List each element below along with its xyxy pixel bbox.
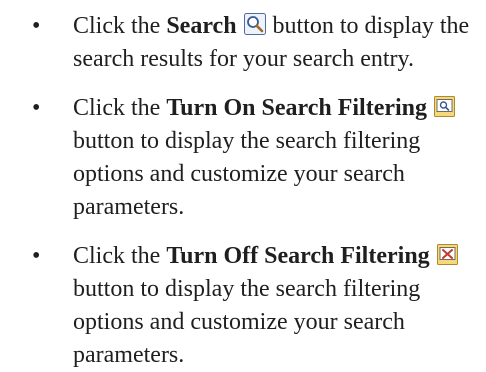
list-item: • Click the Turn Off Search Filtering bu… bbox=[32, 240, 478, 372]
instruction-list: • Click the Search button to display the… bbox=[32, 10, 478, 372]
document-page: • Click the Search button to display the… bbox=[0, 0, 486, 368]
search-button-name: Search bbox=[166, 13, 237, 39]
bullet-dot: • bbox=[32, 13, 41, 39]
item-text-after: button to display the search filtering o… bbox=[73, 276, 421, 368]
turn-off-filtering-name: Turn Off Search Filtering bbox=[166, 243, 430, 269]
list-item: • Click the Search button to display the… bbox=[32, 10, 478, 76]
list-item: • Click the Turn On Search Filtering but… bbox=[32, 92, 478, 224]
turn-on-filtering-name: Turn On Search Filtering bbox=[166, 95, 428, 121]
item-text-after: button to display the search filtering o… bbox=[73, 128, 421, 220]
item-text-before: Click the bbox=[73, 13, 167, 39]
item-text-before: Click the bbox=[73, 95, 167, 121]
bullet-dot: • bbox=[32, 243, 41, 269]
item-text-before: Click the bbox=[73, 243, 167, 269]
search-filter-off-icon bbox=[436, 244, 458, 265]
search-filter-on-icon bbox=[434, 96, 456, 117]
magnifier-search-icon bbox=[243, 13, 266, 35]
bullet-dot: • bbox=[32, 95, 41, 121]
